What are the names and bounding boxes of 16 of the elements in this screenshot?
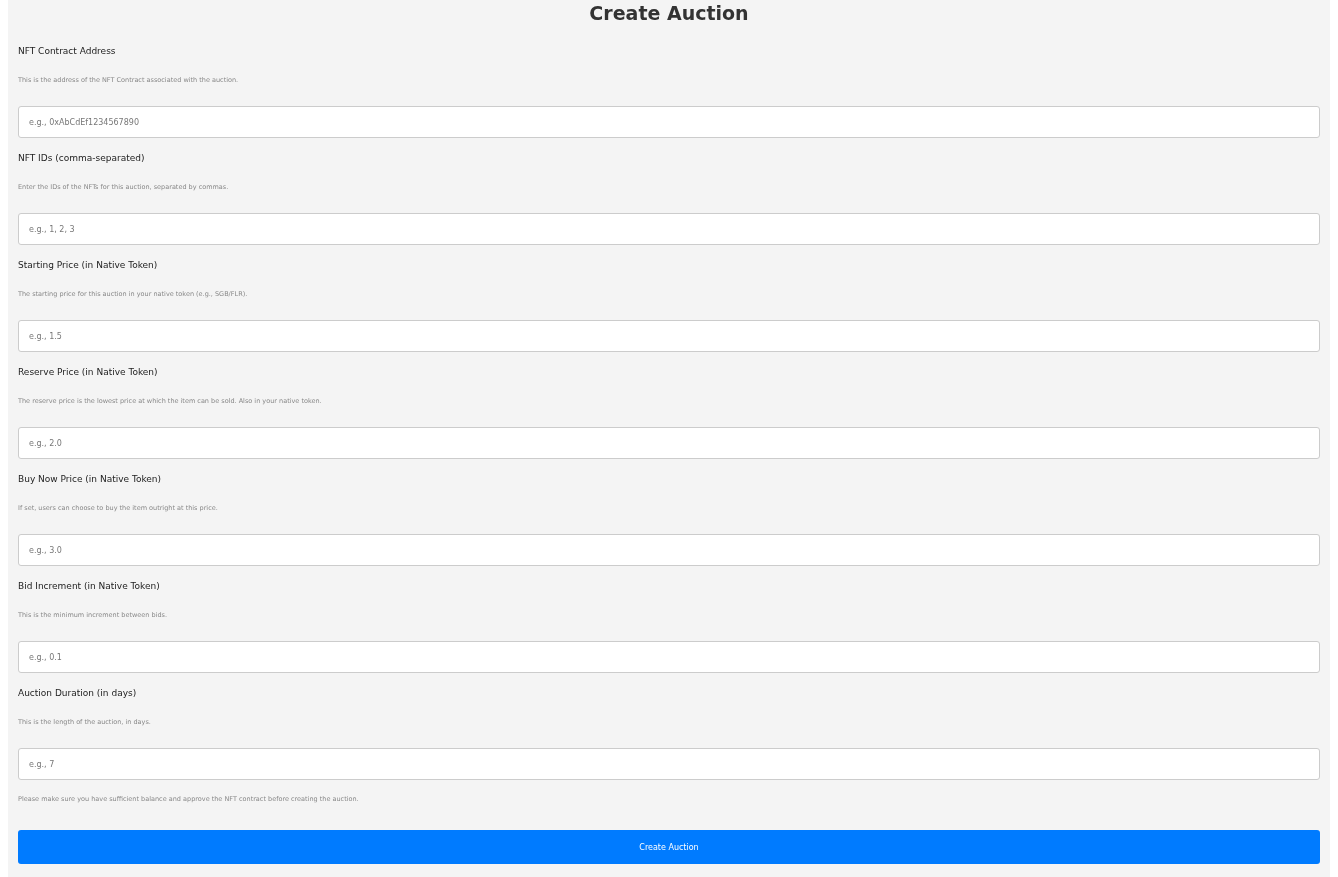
field-label: Reserve Price (in Native Token) xyxy=(18,366,159,379)
field-label: Starting Price (in Native Token) xyxy=(18,259,159,272)
input-field[interactable]: e.g., 1.5 xyxy=(18,320,1320,352)
input-field[interactable]: e.g., 1, 2, 3 xyxy=(18,213,1320,245)
field-label: Buy Now Price (in Native Token) xyxy=(18,473,163,486)
field-label: NFT IDs (comma-separated) xyxy=(18,152,146,165)
input-field[interactable]: e.g., 0.1 xyxy=(18,641,1320,673)
input-field[interactable]: e.g., 0xAbCdEf1234567890 xyxy=(18,106,1320,138)
input-field[interactable]: e.g., 2.0 xyxy=(18,427,1320,459)
create-auction-button[interactable]: Create Auction xyxy=(18,830,1320,864)
page-title: Create Auction xyxy=(588,1,750,26)
field-label: Auction Duration (in days) xyxy=(18,687,138,700)
field-label: NFT Contract Address xyxy=(18,45,117,58)
input-field[interactable]: e.g., 3.0 xyxy=(18,534,1320,566)
field-label: Bid Increment (in Native Token) xyxy=(18,580,161,593)
input-field[interactable]: e.g., 7 xyxy=(18,748,1320,780)
